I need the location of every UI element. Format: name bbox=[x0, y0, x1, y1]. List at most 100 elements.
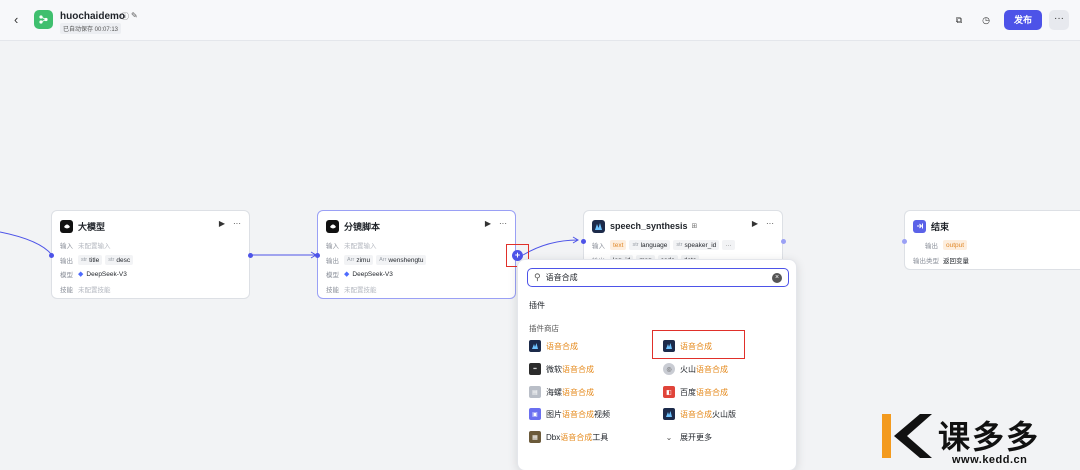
watermark-url: www.kedd.cn bbox=[952, 454, 1028, 466]
output-port[interactable] bbox=[781, 239, 786, 244]
model-value: ◆ DeepSeek-V3 bbox=[344, 270, 393, 279]
clear-search-icon[interactable]: × bbox=[772, 273, 782, 283]
llm-node-icon bbox=[60, 219, 73, 233]
node-title: 分镜脚本 bbox=[344, 221, 381, 232]
row-key: 输出类型 bbox=[913, 258, 939, 265]
expand-more-label: 展开更多 bbox=[680, 432, 712, 442]
search-icon: ⚲ bbox=[534, 272, 541, 282]
input-port[interactable] bbox=[315, 253, 320, 258]
plugin-search-input[interactable] bbox=[545, 273, 766, 282]
model-name: DeepSeek-V3 bbox=[86, 270, 127, 278]
plugin-item[interactable]: ▣ 图片 语音合成 视频 bbox=[529, 407, 610, 421]
volcano-icon: ◎ bbox=[663, 363, 675, 375]
item-suffix: 工具 bbox=[592, 432, 609, 442]
output-name: title bbox=[89, 256, 100, 264]
llm-node[interactable]: 大模型 ▶ ··· 输入 未配置输入 输出 str title str desc 模型 ◆… bbox=[49, 210, 253, 299]
type-label: str bbox=[108, 257, 115, 263]
type-label: str bbox=[632, 242, 639, 248]
type-label: Arr bbox=[379, 257, 387, 263]
node-title: speech_synthesis bbox=[610, 221, 688, 231]
plugin-item[interactable]: ▪▪ 微软 语音合成 bbox=[529, 362, 594, 376]
output-name: output bbox=[946, 241, 965, 249]
input-name: language bbox=[640, 241, 668, 249]
output-name: desc bbox=[116, 256, 131, 264]
node-more-icon[interactable]: ··· bbox=[499, 219, 507, 228]
speech-plugin-icon bbox=[592, 219, 605, 233]
plugin-item[interactable]: 语音合成 bbox=[529, 339, 578, 353]
row-key: 技能 bbox=[60, 287, 73, 294]
model-value: ◆ DeepSeek-V3 bbox=[78, 270, 127, 279]
row-key: 输入 bbox=[592, 243, 605, 250]
output-name: zimu bbox=[356, 256, 371, 264]
run-icon[interactable]: ▶ bbox=[485, 219, 491, 228]
input-port[interactable] bbox=[902, 239, 907, 244]
item-highlight: 语音合成 bbox=[562, 409, 594, 419]
output-tag: Arr wenshengtu bbox=[376, 255, 427, 265]
row-key: 输入 bbox=[326, 243, 339, 250]
item-highlight: 语音合成 bbox=[696, 387, 728, 397]
model-name: DeepSeek-V3 bbox=[352, 270, 393, 278]
baidu-icon: ◧ bbox=[663, 386, 675, 398]
more-tag[interactable]: ··· bbox=[722, 240, 735, 250]
row-value: 返回变量 bbox=[943, 258, 969, 265]
node-more-icon[interactable]: ··· bbox=[766, 219, 774, 228]
annotation-highlight bbox=[652, 330, 745, 359]
end-node[interactable]: 结束 输出 output 输出类型 返回变量 bbox=[902, 210, 1080, 270]
input-name: text bbox=[613, 241, 624, 249]
type-label: str bbox=[676, 242, 683, 248]
expand-more-button[interactable]: ⌄ 展开更多 bbox=[663, 430, 712, 444]
plugin-item[interactable]: ◎ 火山 语音合成 bbox=[663, 362, 728, 376]
speech-plugin-icon bbox=[529, 340, 541, 352]
input-tag: str speaker_id bbox=[673, 240, 720, 250]
dbx-icon: ▦ bbox=[529, 431, 541, 443]
plugin-badge-icon: ⊞ bbox=[691, 223, 698, 230]
store-title: 插件商店 bbox=[529, 324, 559, 333]
type-label: str bbox=[81, 257, 88, 263]
plugin-item[interactable]: 语音合成 火山版 bbox=[663, 407, 736, 421]
watermark: 课多多 www.kedd.cn bbox=[880, 410, 1080, 470]
row-value: 未配置输入 bbox=[78, 243, 111, 250]
node-title: 结束 bbox=[931, 221, 950, 232]
item-prefix: 火山 bbox=[680, 364, 696, 374]
item-suffix: 视频 bbox=[594, 409, 610, 419]
plugin-item[interactable]: ▦ Dbx 语音合成 工具 bbox=[529, 430, 608, 444]
output-tag: Arr zimu bbox=[344, 255, 374, 265]
deepseek-icon: ◆ bbox=[78, 271, 84, 278]
row-key: 模型 bbox=[60, 272, 73, 279]
section-title: 插件 bbox=[529, 301, 545, 310]
input-port[interactable] bbox=[581, 239, 586, 244]
deepseek-icon: ◆ bbox=[344, 271, 350, 278]
item-prefix: 百度 bbox=[680, 387, 696, 397]
row-key: 输出 bbox=[925, 243, 938, 250]
plugin-item[interactable]: ◧ 百度 语音合成 bbox=[663, 385, 728, 399]
item-highlight: 语音合成 bbox=[562, 364, 594, 374]
input-tag: str language bbox=[629, 240, 671, 250]
row-key: 模型 bbox=[326, 272, 339, 279]
node-more-icon[interactable]: ··· bbox=[233, 219, 241, 228]
row-value: 未配置技能 bbox=[78, 287, 111, 294]
row-key: 输入 bbox=[60, 243, 73, 250]
chevron-down-icon: ⌄ bbox=[665, 432, 673, 442]
row-value: 未配置输入 bbox=[344, 243, 377, 250]
item-prefix: 微软 bbox=[546, 364, 562, 374]
item-highlight: 语音合成 bbox=[562, 387, 594, 397]
item-highlight: 语音合成 bbox=[696, 364, 728, 374]
output-port[interactable] bbox=[248, 253, 253, 258]
run-icon[interactable]: ▶ bbox=[752, 219, 758, 228]
row-key: 输出 bbox=[326, 258, 339, 265]
type-label: Arr bbox=[347, 257, 355, 263]
image-icon: ▣ bbox=[529, 408, 541, 420]
row-key: 输出 bbox=[60, 258, 73, 265]
item-highlight: 语音合成 bbox=[680, 409, 712, 419]
item-prefix: Dbx bbox=[546, 432, 561, 442]
input-tag: text bbox=[610, 240, 627, 250]
end-node-icon bbox=[913, 219, 926, 233]
speech-synthesis-node[interactable]: speech_synthesis ⊞ ▶ ··· 输入 text str langu… bbox=[581, 210, 786, 266]
row-key: 技能 bbox=[326, 287, 339, 294]
plugin-search-box[interactable]: ⚲ × bbox=[527, 268, 789, 287]
input-port[interactable] bbox=[49, 253, 54, 258]
run-icon[interactable]: ▶ bbox=[219, 219, 225, 228]
output-tag: str desc bbox=[105, 255, 134, 265]
storyboard-node[interactable]: 分镜脚本 ▶ ··· 输入 未配置输入 输出 Arr zimu Arr wensheng… bbox=[315, 210, 516, 299]
plugin-item[interactable]: ▤ 海螺 语音合成 bbox=[529, 385, 594, 399]
